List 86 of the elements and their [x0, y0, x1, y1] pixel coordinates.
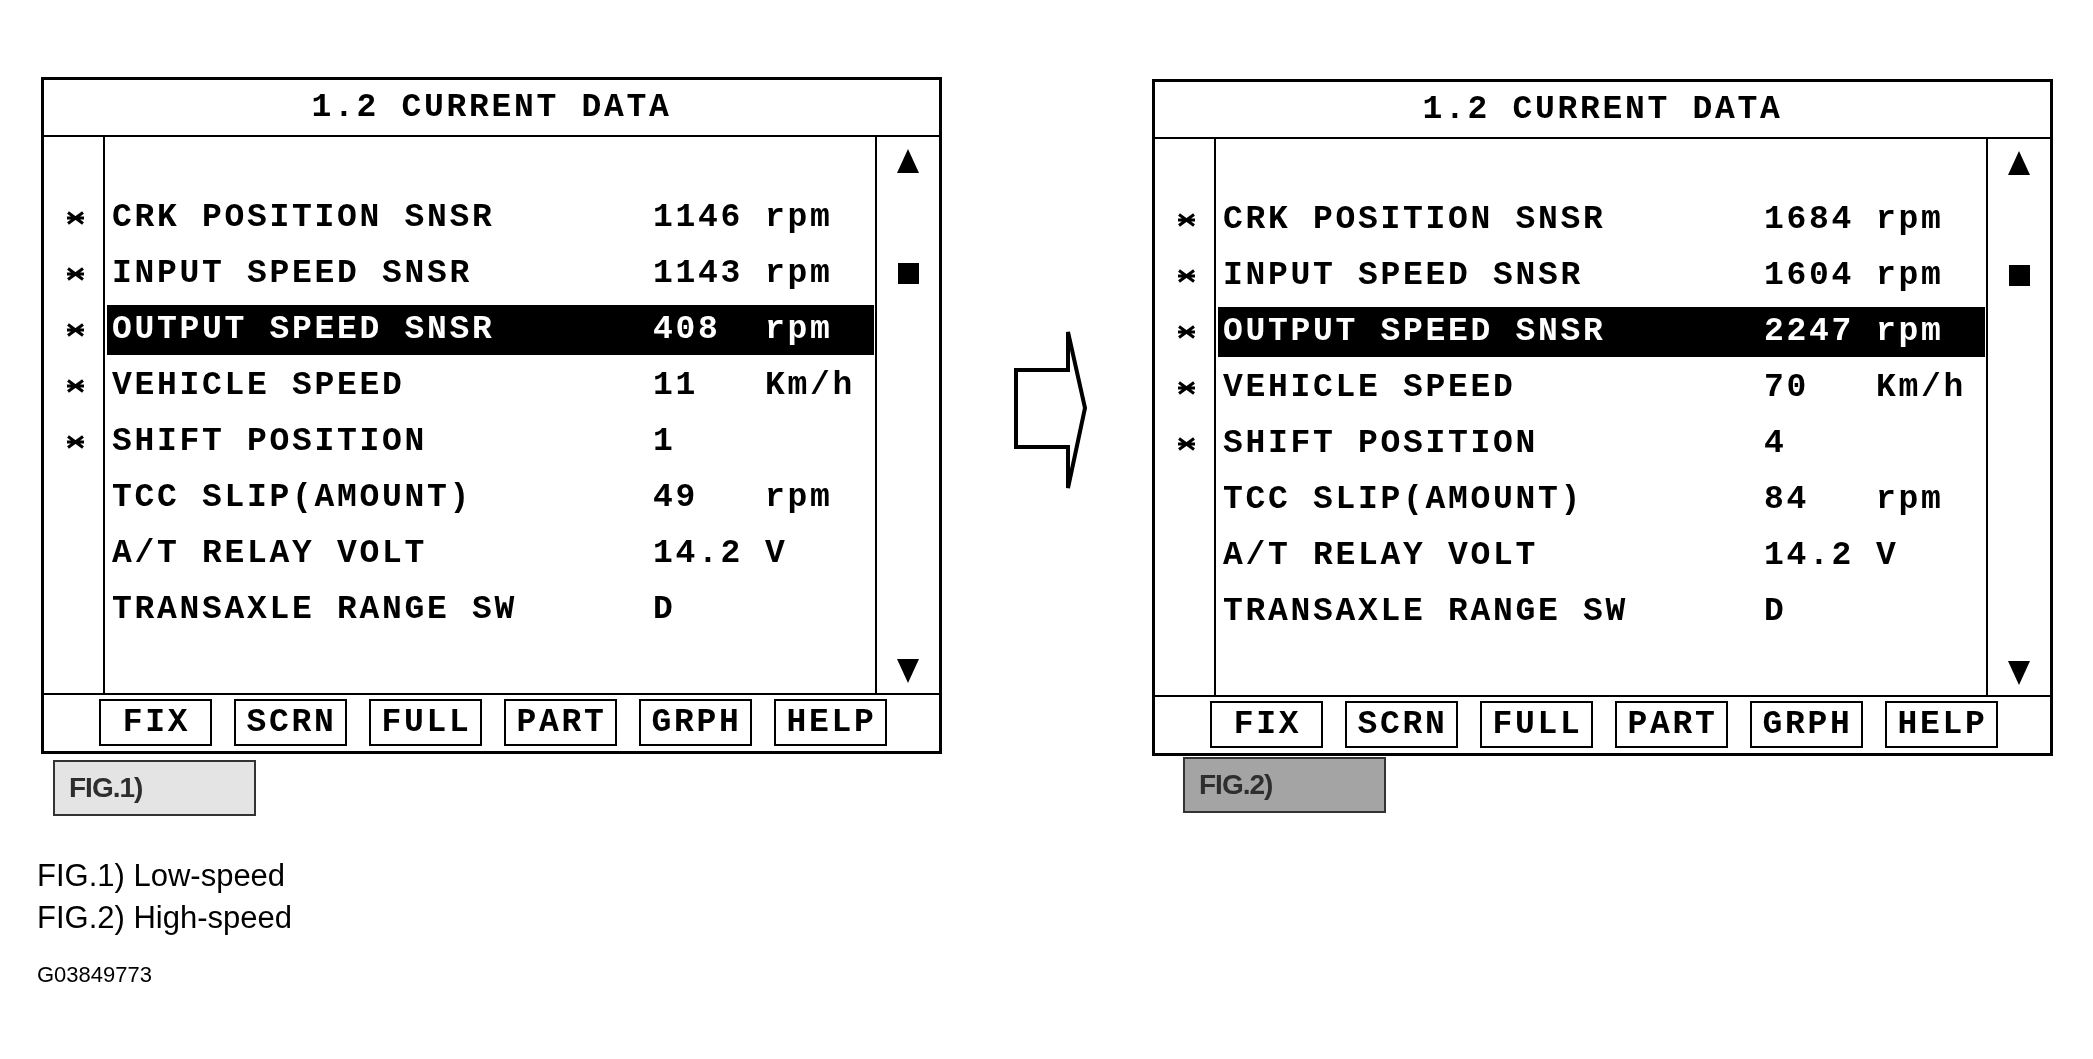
row-value: 11: [653, 367, 698, 405]
row-value: 1146: [653, 199, 743, 237]
function-button[interactable]: FULL: [1480, 701, 1593, 748]
row-value: D: [1764, 593, 1787, 631]
row-label: SHIFT POSITION: [1223, 425, 1539, 463]
row-value: 1604: [1764, 257, 1854, 295]
scroll-marker-icon: [2008, 265, 2030, 286]
caption: FIG.1) Low-speed: [37, 857, 286, 895]
row-unit: rpm: [1876, 314, 1944, 350]
figure-code: G03849773: [37, 962, 152, 988]
function-button[interactable]: PART: [1615, 701, 1728, 748]
data-row[interactable]: SHIFT POSITION 1: [107, 417, 874, 467]
row-label: VEHICLE SPEED: [112, 367, 405, 405]
up-arrow-icon[interactable]: [897, 149, 919, 173]
row-value: 1: [653, 423, 676, 461]
caption: FIG.2) High-speed: [37, 899, 292, 937]
row-label: OUTPUT SPEED SNSR: [112, 311, 495, 349]
up-arrow-icon[interactable]: [2008, 151, 2030, 175]
screen-title: 1.2 CURRENT DATA: [311, 89, 672, 126]
row-unit: rpm: [765, 200, 833, 236]
figure-tag: FIG.1): [53, 760, 256, 816]
data-row[interactable]: VEHICLE SPEED 70 Km/h: [1218, 363, 1985, 413]
function-button[interactable]: FULL: [369, 699, 482, 746]
data-row[interactable]: TCC SLIP(AMOUNT) 49 rpm: [107, 473, 874, 523]
data-row[interactable]: A/T RELAY VOLT 14.2 V: [1218, 531, 1985, 581]
function-button[interactable]: PART: [504, 699, 617, 746]
row-unit: V: [765, 536, 788, 572]
function-button[interactable]: GRPH: [1750, 701, 1863, 748]
row-value: 1684: [1764, 201, 1854, 239]
row-value: 1143: [653, 255, 743, 293]
row-label: VEHICLE SPEED: [1223, 369, 1516, 407]
row-label: OUTPUT SPEED SNSR: [1223, 313, 1606, 351]
row-unit: rpm: [765, 256, 833, 292]
row-label: TRANSAXLE RANGE SW: [112, 591, 518, 629]
data-row[interactable]: SHIFT POSITION 4: [1218, 419, 1985, 469]
row-value: 4: [1764, 425, 1787, 463]
data-row[interactable]: INPUT SPEED SNSR 1143 rpm: [107, 249, 874, 299]
scroll-marker-icon: [897, 263, 919, 284]
row-value: 14.2: [1764, 537, 1854, 575]
row-unit: rpm: [1876, 202, 1944, 238]
figure-tag: FIG.2): [1183, 757, 1386, 813]
row-value: 408: [653, 311, 721, 349]
row-unit: Km/h: [1876, 370, 1966, 406]
row-label: SHIFT POSITION: [112, 423, 428, 461]
data-row[interactable]: TRANSAXLE RANGE SW D: [1218, 587, 1985, 637]
row-value: 84: [1764, 481, 1809, 519]
row-value: 2247: [1764, 313, 1854, 351]
row-unit: rpm: [765, 480, 833, 516]
row-label: TCC SLIP(AMOUNT): [112, 479, 473, 517]
data-row[interactable]: OUTPUT SPEED SNSR 2247 rpm: [1218, 307, 1985, 357]
row-value: 14.2: [653, 535, 743, 573]
data-row[interactable]: VEHICLE SPEED 11 Km/h: [107, 361, 874, 411]
row-label: INPUT SPEED SNSR: [112, 255, 473, 293]
row-value: D: [653, 591, 676, 629]
right-arrow-icon: [1014, 330, 1087, 490]
function-button[interactable]: HELP: [1885, 701, 1998, 748]
row-value: 49: [653, 479, 698, 517]
row-unit: rpm: [765, 312, 833, 348]
data-row[interactable]: TRANSAXLE RANGE SW D: [107, 585, 874, 635]
function-button[interactable]: SCRN: [234, 699, 347, 746]
row-value: 70: [1764, 369, 1809, 407]
function-button[interactable]: FIX: [99, 699, 212, 746]
function-button[interactable]: HELP: [774, 699, 887, 746]
row-unit: Km/h: [765, 368, 855, 404]
function-button[interactable]: GRPH: [639, 699, 752, 746]
row-unit: rpm: [1876, 258, 1944, 294]
data-row[interactable]: OUTPUT SPEED SNSR 408 rpm: [107, 305, 874, 355]
data-row[interactable]: CRK POSITION SNSR 1146 rpm: [107, 193, 874, 243]
row-label: CRK POSITION SNSR: [112, 199, 495, 237]
row-unit: V: [1876, 538, 1899, 574]
row-unit: rpm: [1876, 482, 1944, 518]
row-label: TCC SLIP(AMOUNT): [1223, 481, 1584, 519]
data-row[interactable]: TCC SLIP(AMOUNT) 84 rpm: [1218, 475, 1985, 525]
data-row[interactable]: INPUT SPEED SNSR 1604 rpm: [1218, 251, 1985, 301]
row-label: CRK POSITION SNSR: [1223, 201, 1606, 239]
function-button[interactable]: FIX: [1210, 701, 1323, 748]
function-button[interactable]: SCRN: [1345, 701, 1458, 748]
data-row[interactable]: A/T RELAY VOLT 14.2 V: [107, 529, 874, 579]
down-arrow-icon[interactable]: [897, 659, 919, 683]
screen-title: 1.2 CURRENT DATA: [1422, 91, 1783, 128]
data-row[interactable]: CRK POSITION SNSR 1684 rpm: [1218, 195, 1985, 245]
row-label: A/T RELAY VOLT: [112, 535, 428, 573]
row-label: A/T RELAY VOLT: [1223, 537, 1539, 575]
row-label: TRANSAXLE RANGE SW: [1223, 593, 1629, 631]
down-arrow-icon[interactable]: [2008, 661, 2030, 685]
row-label: INPUT SPEED SNSR: [1223, 257, 1584, 295]
